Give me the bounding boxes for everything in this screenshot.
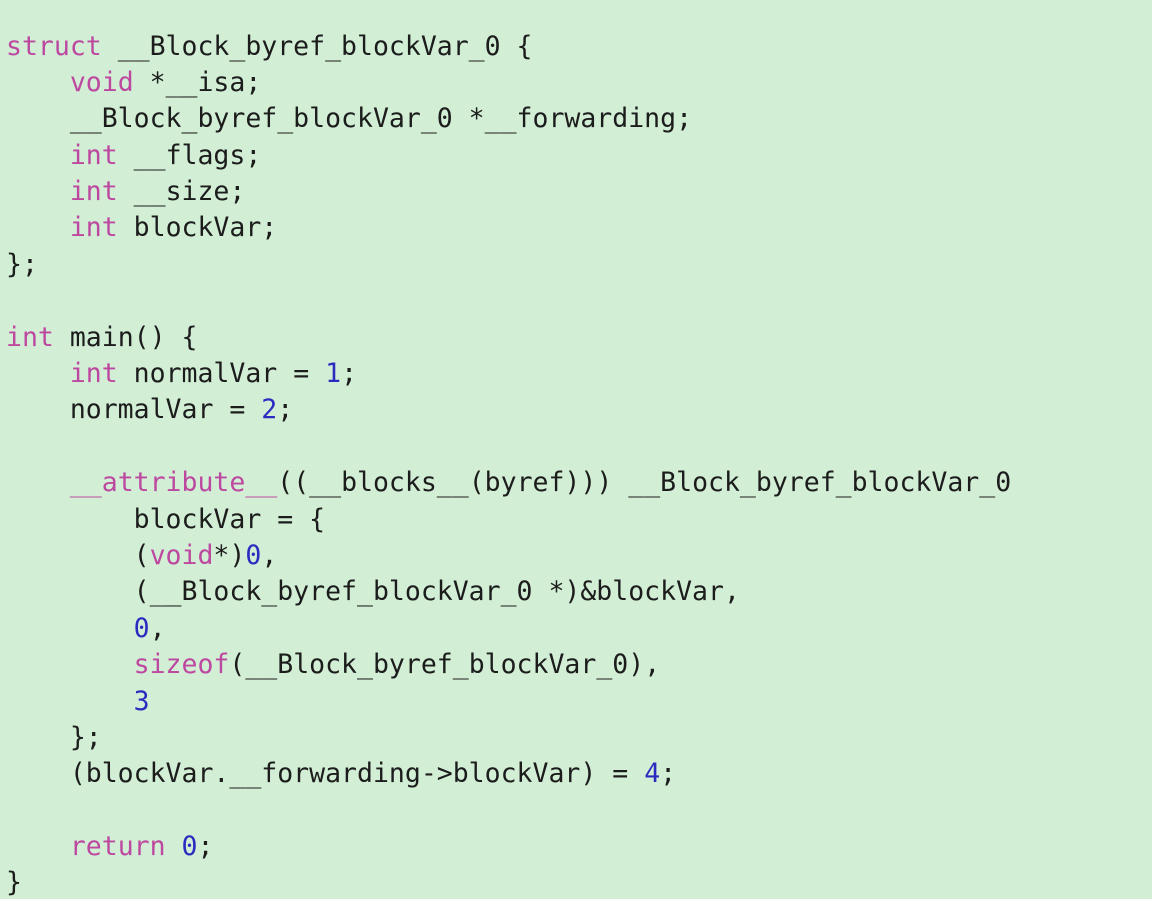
- code-line: return 0;: [6, 829, 1152, 865]
- code-text: *): [213, 539, 246, 571]
- code-line: (__Block_byref_blockVar_0 *)&blockVar,: [6, 574, 1152, 610]
- code-line: void *__isa;: [6, 65, 1152, 101]
- code-line: ​: [6, 283, 1152, 319]
- code-line: (void*)0,: [6, 538, 1152, 574]
- code-text: ;: [341, 358, 358, 390]
- code-text: ,: [261, 539, 278, 571]
- code-text: };: [6, 721, 102, 753]
- code-line: };: [6, 247, 1152, 283]
- code-line: int blockVar;: [6, 210, 1152, 246]
- code-line: blockVar = {: [6, 502, 1152, 538]
- code-line: struct __Block_byref_blockVar_0 {: [6, 29, 1152, 65]
- code-keyword: int: [6, 321, 54, 353]
- code-number: 0: [133, 612, 150, 644]
- code-text: ((__blocks__(byref))) __Block_byref_bloc…: [277, 467, 1012, 499]
- code-text: main() {: [53, 321, 198, 353]
- code-line: sizeof(__Block_byref_blockVar_0),: [6, 647, 1152, 683]
- code-text: ;: [660, 758, 677, 790]
- code-line: 0,: [6, 611, 1152, 647]
- code-line: int main() {: [6, 320, 1152, 356]
- code-keyword: int: [69, 212, 118, 244]
- code-keyword: int: [69, 358, 118, 390]
- code-text: normalVar =: [117, 358, 326, 390]
- code-line: ​: [6, 793, 1152, 829]
- code-text: ;: [277, 394, 294, 426]
- code-line: 3: [6, 684, 1152, 720]
- code-keyword: __attribute__: [69, 467, 278, 499]
- code-number: 2: [261, 394, 278, 426]
- code-text: (: [6, 539, 150, 571]
- code-keyword: int: [69, 176, 118, 208]
- code-line: int normalVar = 1;: [6, 356, 1152, 392]
- code-text: };: [6, 248, 38, 280]
- code-line: int __flags;: [6, 138, 1152, 174]
- code-number: 4: [644, 758, 661, 790]
- code-line: normalVar = 2;: [6, 392, 1152, 428]
- code-text: ,: [149, 612, 166, 644]
- code-text: __Block_byref_blockVar_0 {: [101, 30, 533, 62]
- code-text: (__Block_byref_blockVar_0 *)&blockVar,: [6, 576, 740, 608]
- code-text: *__isa;: [133, 66, 262, 98]
- code-text: }: [6, 867, 22, 899]
- code-keyword: return: [69, 831, 166, 863]
- code-keyword: void: [69, 66, 134, 98]
- code-text: (__Block_byref_blockVar_0),: [229, 649, 661, 681]
- code-line: };: [6, 720, 1152, 756]
- code-number: 0: [181, 831, 198, 863]
- code-text: blockVar;: [117, 212, 278, 244]
- code-line: }: [6, 865, 1152, 898]
- code-text: (blockVar.__forwarding->blockVar) =: [6, 758, 645, 790]
- code-text: normalVar =: [6, 394, 262, 426]
- code-text: __flags;: [117, 139, 262, 171]
- code-text: blockVar = {: [6, 503, 326, 535]
- code-number: 3: [133, 685, 150, 717]
- code-text: __Block_byref_blockVar_0 *__forwarding;: [6, 103, 693, 135]
- code-text: __size;: [117, 176, 246, 208]
- code-line: (blockVar.__forwarding->blockVar) = 4;: [6, 756, 1152, 792]
- code-line: int __size;: [6, 174, 1152, 210]
- code-keyword: sizeof: [133, 649, 230, 681]
- code-number: 0: [245, 539, 262, 571]
- code-keyword: void: [149, 539, 214, 571]
- code-keyword: struct: [6, 30, 102, 62]
- code-line: __Block_byref_blockVar_0 *__forwarding;: [6, 101, 1152, 137]
- code-keyword: int: [69, 139, 118, 171]
- code-text: ;: [197, 831, 214, 863]
- code-number: 1: [325, 358, 342, 390]
- code-line: __attribute__((__blocks__(byref))) __Blo…: [6, 465, 1152, 501]
- code-line: ​: [6, 429, 1152, 465]
- code-listing[interactable]: struct __Block_byref_blockVar_0 { void *…: [0, 26, 1152, 899]
